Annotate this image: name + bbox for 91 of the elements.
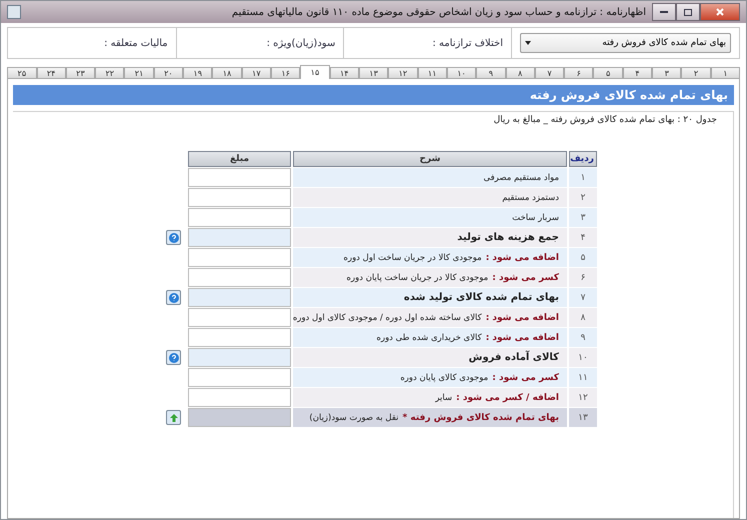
tab[interactable]: ۱۵ <box>300 65 330 79</box>
row-number: ۳ <box>569 208 597 227</box>
amount-field[interactable] <box>188 388 291 407</box>
section-header: بهای تمام شده کالای فروش رفته <box>13 85 734 105</box>
maximize-icon <box>684 8 692 16</box>
row-description: سربار ساخت <box>512 212 559 222</box>
row-number: ۴ <box>569 228 597 247</box>
field-label: سود(زیان)ویژه : <box>266 38 336 48</box>
minimize-button[interactable] <box>652 3 676 21</box>
tab[interactable]: ۱۱ <box>418 67 447 79</box>
row-description: بهای تمام شده کالای تولید شده <box>404 292 559 303</box>
tab[interactable]: ۵ <box>593 67 623 79</box>
amount-field[interactable] <box>188 228 291 247</box>
amount-field[interactable] <box>188 308 291 327</box>
amount-field[interactable] <box>188 168 291 187</box>
help-icon[interactable] <box>166 230 181 245</box>
tab[interactable]: ۲۲ <box>95 67 124 79</box>
row-description: موجودی کالای پایان دوره <box>400 372 488 382</box>
minimize-icon <box>660 10 668 14</box>
row-prefix: اضافه می شود : <box>486 332 559 342</box>
tab[interactable]: ۱۳ <box>358 67 388 79</box>
row-description: نقل به صورت سود(زیان) <box>309 412 399 422</box>
amount-field[interactable] <box>188 348 291 367</box>
tab[interactable]: ۹ <box>476 67 506 79</box>
dropdown[interactable]: بهای تمام شده کالای فروش رفته <box>520 33 731 53</box>
tab[interactable]: ۲۰ <box>154 67 184 79</box>
field-label: اختلاف ترازنامه : <box>432 38 503 48</box>
tab[interactable]: ۲۴ <box>36 67 66 79</box>
tab[interactable]: ۲۳ <box>66 67 96 79</box>
row-number: ۵ <box>569 248 597 267</box>
row-number: ۷ <box>569 288 597 307</box>
amount-field[interactable] <box>188 188 291 207</box>
field-label: مالیات متعلقه : <box>104 38 168 48</box>
row-description: مواد مستقیم مصرفی <box>484 172 559 182</box>
column-header: مبلغ <box>188 151 291 167</box>
tab[interactable]: ۷ <box>534 67 564 79</box>
row-description: کالای ساخته شده اول دوره / موجودی کالای اول دوره <box>292 312 482 322</box>
amount-field[interactable] <box>188 408 291 427</box>
row-description: سایر <box>435 392 452 402</box>
row-prefix: کسر می شود : <box>492 272 559 282</box>
row-number: ۶ <box>569 268 597 287</box>
row-number: ۱۱ <box>569 368 597 387</box>
row-number: ۱ <box>569 168 597 187</box>
tab[interactable]: ۱۸ <box>212 67 242 79</box>
row-prefix: اضافه / کسر می شود : <box>456 392 559 402</box>
tab[interactable]: ۱۰ <box>446 67 476 79</box>
tab[interactable]: ۶ <box>564 67 594 79</box>
tab[interactable]: ۱۲ <box>388 67 418 79</box>
tab[interactable]: ۲۵ <box>7 67 36 79</box>
row-prefix: بهای تمام شده کالای فروش رفته * <box>402 412 559 422</box>
row-prefix: کسر می شود : <box>492 372 559 382</box>
amount-field[interactable] <box>188 268 291 287</box>
row-description: کالای خریداری شده طی دوره <box>376 332 482 342</box>
tab[interactable]: ۱۹ <box>183 67 212 79</box>
row-description: موجودی کالا در جریان ساخت اول دوره <box>344 252 482 262</box>
caret-icon <box>525 41 531 45</box>
row-number: ۹ <box>569 328 597 347</box>
row-number: ۸ <box>569 308 597 327</box>
amount-field[interactable] <box>188 288 291 307</box>
tab[interactable]: ۳ <box>652 67 682 79</box>
amount-field[interactable] <box>188 368 291 387</box>
help-icon[interactable] <box>166 290 181 305</box>
row-number: ۱۳ <box>569 408 597 427</box>
close-button[interactable] <box>700 3 740 21</box>
help-icon[interactable] <box>166 350 181 365</box>
row-prefix: اضافه می شود : <box>486 252 559 262</box>
row-description: جمع هزینه های تولید <box>457 232 559 243</box>
amount-field[interactable] <box>188 208 291 227</box>
row-prefix: اضافه می شود : <box>486 312 559 322</box>
tab[interactable]: ۲ <box>681 67 711 79</box>
tab[interactable]: ۴ <box>622 67 652 79</box>
tab[interactable]: ۱۴ <box>330 67 359 79</box>
row-number: ۱۰ <box>569 348 597 367</box>
amount-field[interactable] <box>188 248 291 267</box>
row-number: ۱۲ <box>569 388 597 407</box>
tab[interactable]: ۱ <box>710 67 740 79</box>
maximize-button[interactable] <box>676 3 700 21</box>
row-description: کالای آماده فروش <box>468 352 559 363</box>
tab[interactable]: ۱۶ <box>271 67 300 79</box>
tab[interactable]: ۲۱ <box>124 67 154 79</box>
close-icon <box>716 8 724 16</box>
column-header: ردیف <box>569 151 597 167</box>
tab[interactable]: ۱۷ <box>242 67 271 79</box>
amount-field[interactable] <box>188 328 291 347</box>
row-description: دستمزد مستقیم <box>502 192 559 202</box>
tab[interactable]: ۸ <box>506 67 535 79</box>
app-icon <box>7 5 21 19</box>
window-title: اظهارنامه : ترازنامه و حساب سود و زیان اشخاص حقوقی موضوع ماده ۱۱۰ قانون مالیاتهای مستقیم <box>230 6 647 18</box>
row-description: موجودی کالا در جریان ساخت پایان دوره <box>346 272 488 282</box>
row-number: ۲ <box>569 188 597 207</box>
column-header: شرح <box>293 151 567 167</box>
